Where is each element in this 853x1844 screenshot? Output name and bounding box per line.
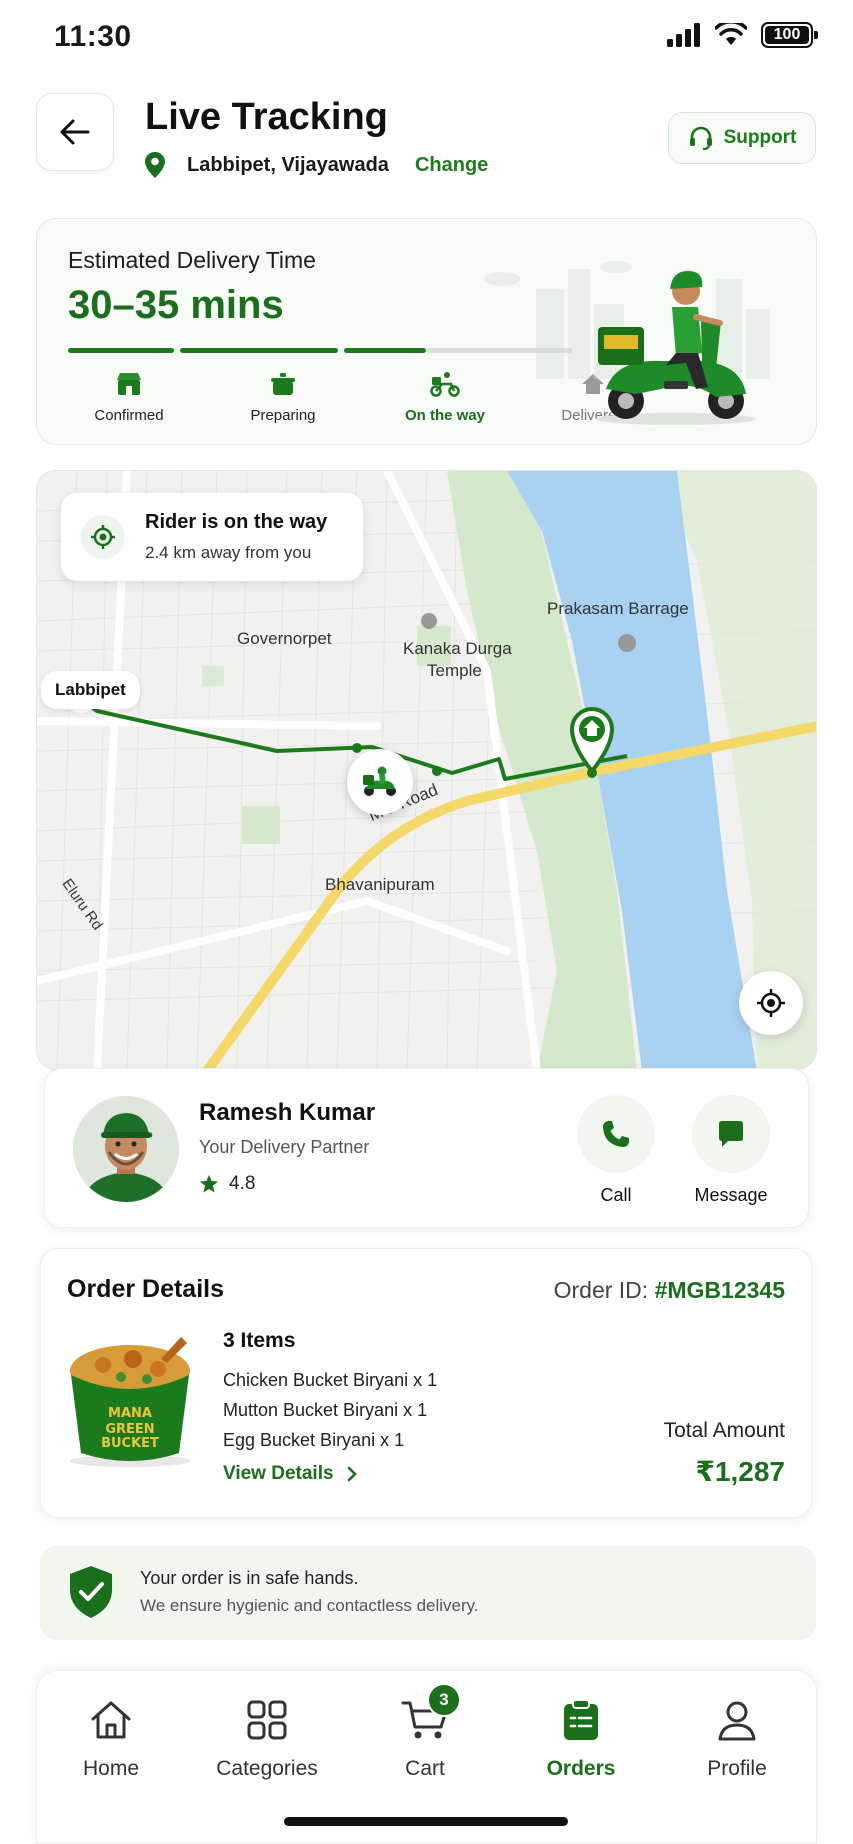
home-indicator xyxy=(284,1817,568,1826)
status-icons: 100 xyxy=(667,22,818,48)
svg-text:GREEN: GREEN xyxy=(105,1422,154,1437)
order-id-value: #MGB12345 xyxy=(654,1277,785,1303)
total-amount-label: Total Amount xyxy=(663,1419,785,1442)
shield-check-icon xyxy=(70,1566,112,1618)
target-icon xyxy=(81,515,125,559)
order-id-label: Order ID: xyxy=(553,1277,649,1303)
cooking-pot-icon xyxy=(271,373,295,395)
progress-segment xyxy=(344,348,426,353)
wifi-icon xyxy=(715,23,747,45)
battery-level: 100 xyxy=(773,26,801,43)
map-pin-icon xyxy=(145,152,165,178)
change-location-link[interactable]: Change xyxy=(415,154,488,177)
eta-time: 30–35 mins xyxy=(68,283,284,327)
scooter-icon xyxy=(430,372,460,397)
map-label-temple: Temple xyxy=(427,661,482,680)
scooter-icon xyxy=(363,766,396,796)
crosshair-icon xyxy=(757,989,785,1017)
store-icon xyxy=(117,373,141,395)
biryani-bucket-image: MANA GREEN BUCKET xyxy=(70,1337,190,1467)
rider-banner-title: Rider is on the way xyxy=(145,511,328,533)
cart-count-badge: 3 xyxy=(427,1683,461,1717)
list-item: Mutton Bucket Biryani x 1 xyxy=(223,1400,428,1420)
step-label: Confirmed xyxy=(94,407,164,424)
support-button[interactable]: Support xyxy=(668,112,816,164)
back-button[interactable] xyxy=(36,93,114,171)
order-item-count: 3 Items xyxy=(223,1329,296,1352)
step-confirmed: Confirmed xyxy=(69,369,189,424)
tab-label: Orders xyxy=(546,1757,616,1780)
avatar xyxy=(73,1096,179,1202)
phone-icon xyxy=(603,1121,629,1147)
map-view[interactable]: Governorpet Kanaka Durga Temple Prakasam… xyxy=(36,470,817,1070)
list-item: Egg Bucket Biryani x 1 xyxy=(223,1430,405,1450)
delivery-partner-card: Ramesh Kumar Your Delivery Partner 4.8 C… xyxy=(44,1068,809,1228)
origin-pin-label: Labbipet xyxy=(41,671,140,709)
rating-value: 4.8 xyxy=(229,1173,256,1194)
arrow-left-icon xyxy=(60,119,90,145)
message-button[interactable]: Message xyxy=(686,1095,776,1206)
page-title: Live Tracking xyxy=(145,96,388,138)
headset-icon xyxy=(689,126,712,151)
svg-text:BUCKET: BUCKET xyxy=(101,1436,159,1451)
step-label: Preparing xyxy=(250,407,316,424)
order-id: Order ID: #MGB12345 xyxy=(554,1277,785,1304)
list-item: Chicken Bucket Biryani x 1 xyxy=(223,1370,438,1390)
map-label-kanaka-durga: Kanaka Durga xyxy=(403,639,512,658)
status-bar: 11:30 100 xyxy=(0,0,853,72)
tab-label: Categories xyxy=(216,1757,318,1780)
support-label: Support xyxy=(723,127,797,148)
eta-card: Estimated Delivery Time 30–35 mins Confi… xyxy=(36,218,817,445)
step-preparing: Preparing xyxy=(223,369,343,424)
total-amount-value: ₹1,287 xyxy=(695,1456,785,1487)
signal-icon xyxy=(667,23,700,47)
message-label: Message xyxy=(694,1185,768,1205)
order-items-list: Chicken Bucket Biryani x 1 Mutton Bucket… xyxy=(223,1365,437,1455)
tab-cart[interactable]: 3 Cart xyxy=(355,1683,495,1781)
tab-home[interactable]: Home xyxy=(41,1695,181,1781)
location-name: Labbipet, Vijayawada xyxy=(187,153,389,176)
tab-categories[interactable]: Categories xyxy=(197,1695,337,1781)
partner-rating: 4.8 xyxy=(199,1173,255,1195)
chevron-right-icon xyxy=(347,1466,357,1482)
progress-segment xyxy=(180,348,338,353)
order-details-card: Order Details Order ID: #MGB12345 MANA G… xyxy=(40,1248,812,1518)
location-row: Labbipet, Vijayawada Change xyxy=(145,152,488,178)
safety-title: Your order is in safe hands. xyxy=(140,1568,359,1588)
star-icon xyxy=(200,1175,218,1193)
recenter-location-button[interactable] xyxy=(739,971,803,1035)
svg-text:MANA: MANA xyxy=(108,1406,152,1421)
map-label-governorpet: Governorpet xyxy=(237,629,332,648)
home-icon xyxy=(91,1701,131,1739)
chat-bubble-icon xyxy=(719,1121,743,1147)
rider-status-banner: Rider is on the way 2.4 km away from you xyxy=(61,493,363,581)
eta-label: Estimated Delivery Time xyxy=(68,247,316,273)
tab-label: Profile xyxy=(707,1757,767,1780)
map-label-prakasam-barrage: Prakasam Barrage xyxy=(547,599,689,618)
tab-label: Home xyxy=(82,1757,140,1780)
grid-icon xyxy=(247,1700,287,1740)
user-icon xyxy=(718,1701,756,1741)
partner-role: Your Delivery Partner xyxy=(199,1137,370,1157)
progress-segment xyxy=(68,348,174,353)
call-button[interactable]: Call xyxy=(571,1095,661,1206)
clipboard-icon xyxy=(564,1699,598,1740)
view-details-link[interactable]: View Details xyxy=(223,1463,358,1485)
map-label-bhavanipuram: Bhavanipuram xyxy=(325,875,435,894)
tab-profile[interactable]: Profile xyxy=(667,1695,807,1781)
view-details-label: View Details xyxy=(223,1463,334,1484)
tab-label: Cart xyxy=(405,1757,445,1780)
delivery-rider-illustration xyxy=(484,261,770,425)
safety-banner: Your order is in safe hands. We ensure h… xyxy=(40,1546,816,1640)
tab-orders[interactable]: Orders xyxy=(511,1695,651,1781)
order-details-title: Order Details xyxy=(67,1275,225,1303)
status-time: 11:30 xyxy=(54,20,132,53)
partner-name: Ramesh Kumar xyxy=(199,1099,376,1126)
battery-icon: 100 xyxy=(761,22,818,48)
call-label: Call xyxy=(600,1185,632,1205)
header: Live Tracking Labbipet, Vijayawada Chang… xyxy=(0,90,853,190)
rider-marker[interactable] xyxy=(347,749,413,815)
rider-banner-distance: 2.4 km away from you xyxy=(145,543,312,562)
safety-subtitle: We ensure hygienic and contactless deliv… xyxy=(140,1596,479,1615)
